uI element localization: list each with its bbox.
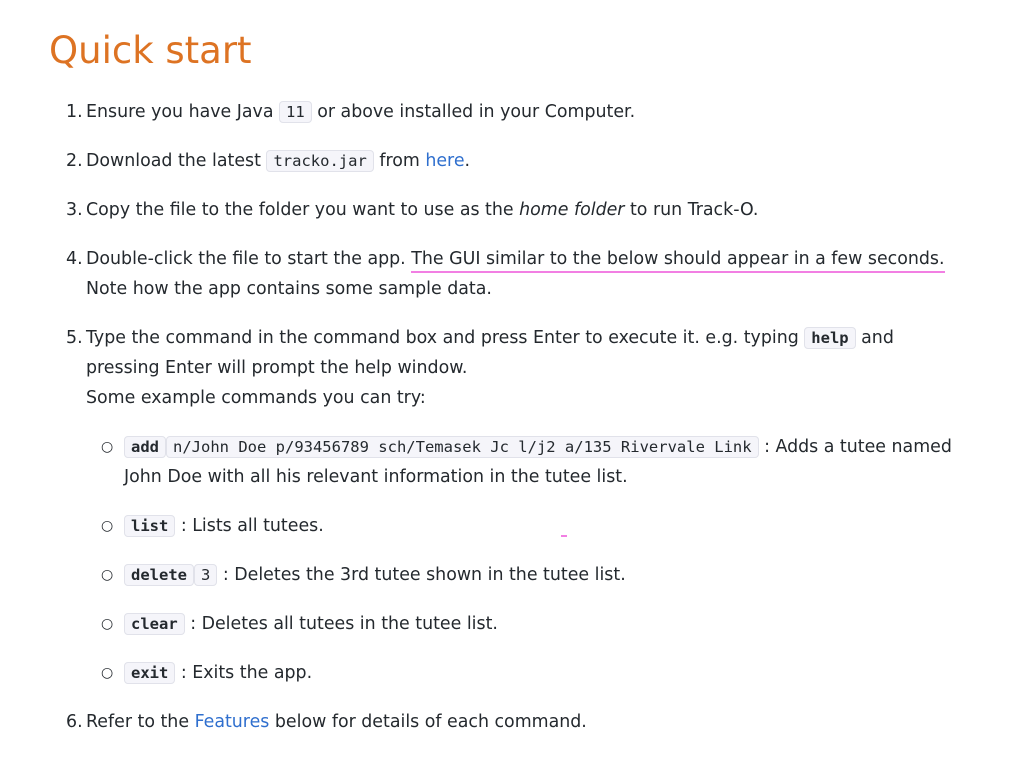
features-link[interactable]: Features bbox=[195, 712, 270, 732]
inline-code-args: n/John Doe p/93456789 sch/Temasek Jc l/j… bbox=[166, 436, 759, 458]
step-number: 4. bbox=[66, 249, 83, 269]
example-description: : Exits the app. bbox=[175, 663, 313, 683]
step-number: 5. bbox=[66, 328, 83, 348]
example-description: : Deletes all tutees in the tutee list. bbox=[184, 614, 498, 634]
inline-code-jar-file: tracko.jar bbox=[266, 150, 374, 172]
step-text: Some example commands you can try: bbox=[86, 388, 426, 408]
document-page: Quick start 1. Ensure you have Java 11 o… bbox=[0, 0, 1012, 768]
emphasis-home-folder: home folder bbox=[519, 200, 625, 220]
list-item-example-exit: ○ exit : Exits the app. bbox=[86, 658, 966, 688]
list-item-example-list: ○ list : Lists all tutees. bbox=[86, 511, 966, 541]
step-text: Type the command in the command box and … bbox=[86, 328, 805, 348]
inline-code-java-version: 11 bbox=[279, 101, 312, 123]
step-text: from bbox=[373, 151, 426, 171]
bullet-icon: ○ bbox=[101, 616, 114, 632]
step-number: 3. bbox=[66, 200, 83, 220]
step-text: to run Track-O. bbox=[624, 200, 759, 220]
list-item-example-add: ○ add n/John Doe p/93456789 sch/Temasek J… bbox=[86, 432, 966, 492]
list-item-step-1: 1. Ensure you have Java 11 or above inst… bbox=[66, 97, 966, 127]
inline-code-command: delete bbox=[124, 564, 194, 586]
here-link[interactable]: here bbox=[425, 151, 464, 171]
list-item-example-delete: ○ delete 3 : Deletes the 3rd tutee shown … bbox=[86, 560, 966, 590]
annotation-mark bbox=[561, 535, 567, 537]
step-text: . bbox=[464, 151, 471, 171]
bullet-icon: ○ bbox=[101, 665, 114, 681]
bullet-icon: ○ bbox=[101, 567, 114, 583]
list-item-step-4: 4. Double-click the file to start the ap… bbox=[66, 244, 966, 304]
list-item-example-clear: ○ clear : Deletes all tutees in the tute… bbox=[86, 609, 966, 639]
inline-code-command: exit bbox=[124, 662, 176, 684]
example-description: : Lists all tutees. bbox=[175, 516, 324, 536]
step-text: Ensure you have Java bbox=[86, 102, 280, 122]
step-text: Download the latest bbox=[86, 151, 267, 171]
list-item-step-3: 3. Copy the file to the folder you want … bbox=[66, 195, 966, 225]
step-number: 2. bbox=[66, 151, 83, 171]
step-number: 6. bbox=[66, 712, 83, 732]
bullet-icon: ○ bbox=[101, 518, 114, 534]
example-description: : Deletes the 3rd tutee shown in the tut… bbox=[217, 565, 626, 585]
inline-code-command: clear bbox=[124, 613, 185, 635]
inline-code-command: list bbox=[124, 515, 176, 537]
list-item-step-5: 5. Type the command in the command box a… bbox=[66, 323, 966, 688]
steps-list: 1. Ensure you have Java 11 or above inst… bbox=[66, 97, 966, 756]
step-text: Note how the app contains some sample da… bbox=[86, 279, 492, 299]
inline-code-help: help bbox=[804, 327, 856, 349]
page-title: Quick start bbox=[49, 29, 252, 72]
highlighted-text: The GUI similar to the below should appe… bbox=[411, 249, 945, 273]
step-text: below for details of each command. bbox=[269, 712, 587, 732]
step-text: Double-click the file to start the app. bbox=[86, 249, 412, 269]
bullet-icon: ○ bbox=[101, 439, 114, 455]
list-item-step-6: 6. Refer to the Features below for detai… bbox=[66, 707, 966, 737]
inline-code-args: 3 bbox=[194, 564, 218, 586]
step-number: 1. bbox=[66, 102, 83, 122]
step-text: Copy the file to the folder you want to … bbox=[86, 200, 520, 220]
example-commands-list: ○ add n/John Doe p/93456789 sch/Temasek J… bbox=[86, 432, 966, 688]
inline-code-command: add bbox=[124, 436, 166, 458]
list-item-step-2: 2. Download the latest tracko.jar from h… bbox=[66, 146, 966, 176]
step-text: Refer to the bbox=[86, 712, 195, 732]
step-text: or above installed in your Computer. bbox=[311, 102, 636, 122]
